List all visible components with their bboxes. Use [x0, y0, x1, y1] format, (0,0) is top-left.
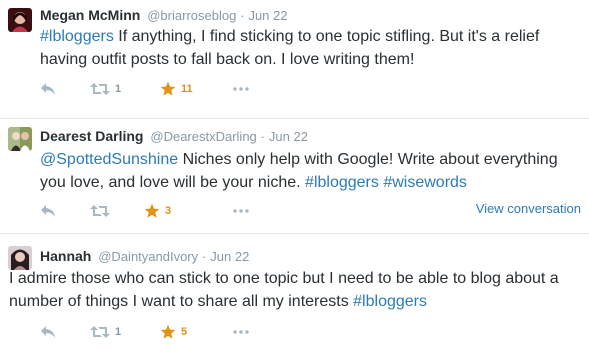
- author-handle[interactable]: @briarroseblog: [147, 8, 236, 23]
- timestamp[interactable]: Jun 22: [269, 129, 308, 144]
- hashtag-link[interactable]: #wisewords: [383, 174, 467, 191]
- more-icon: [233, 209, 249, 213]
- hashtag-link[interactable]: #lbloggers: [305, 174, 379, 191]
- author-handle[interactable]: @DearestxDarling: [150, 129, 256, 144]
- separator: ·: [240, 8, 245, 23]
- star-icon: [160, 324, 176, 339]
- tweet[interactable]: Dearest Darling @DearestxDarling · Jun 2…: [0, 119, 589, 233]
- retweet-icon: [90, 83, 110, 95]
- separator: ·: [202, 249, 207, 264]
- retweet-count: 1: [115, 83, 122, 95]
- author-name[interactable]: Megan McMinn: [40, 7, 140, 23]
- favorite-count: 5: [181, 326, 188, 338]
- retweet-icon: [90, 326, 110, 338]
- view-conversation-link[interactable]: View conversation: [476, 201, 581, 216]
- hashtag-link[interactable]: #lbloggers: [353, 293, 427, 310]
- retweet-button[interactable]: 1: [90, 322, 121, 342]
- more-button[interactable]: [233, 201, 249, 221]
- reply-button[interactable]: [40, 79, 56, 99]
- tweet-text: @SpottedSunshine Niches only help with G…: [40, 148, 585, 194]
- retweet-button[interactable]: 1: [90, 79, 121, 99]
- author-handle[interactable]: @DaintyandIvory: [98, 249, 198, 264]
- more-icon: [233, 87, 249, 91]
- retweet-icon: [90, 205, 110, 217]
- timestamp[interactable]: Jun 22: [248, 8, 287, 23]
- reply-button[interactable]: [40, 322, 56, 342]
- more-button[interactable]: [233, 79, 249, 99]
- reply-icon: [41, 205, 55, 217]
- favorite-button[interactable]: 5: [160, 322, 187, 342]
- author-name[interactable]: Hannah: [40, 248, 91, 264]
- reply-button[interactable]: [40, 201, 56, 221]
- star-icon: [144, 203, 160, 218]
- tweet-actions: 1 11: [40, 79, 340, 99]
- timestamp[interactable]: Jun 22: [210, 249, 249, 264]
- tweet[interactable]: Megan McMinn @briarroseblog · Jun 22 #lb…: [0, 0, 589, 118]
- tweet-text: I admire those who can stick to one topi…: [9, 267, 587, 313]
- reply-icon: [41, 326, 55, 338]
- tweet-text: #lbloggers If anything, I find sticking …: [40, 25, 585, 71]
- retweet-button[interactable]: [90, 201, 115, 221]
- tweet[interactable]: Hannah @DaintyandIvory · Jun 22 I admire…: [0, 234, 589, 354]
- separator: ·: [260, 129, 266, 144]
- author-name[interactable]: Dearest Darling: [40, 128, 143, 144]
- tweet-actions: 3: [40, 201, 340, 221]
- more-button[interactable]: [233, 322, 249, 342]
- hashtag-link[interactable]: #lbloggers: [40, 28, 114, 45]
- avatar[interactable]: [8, 127, 32, 151]
- more-icon: [233, 330, 249, 334]
- tweet-actions: 1 5: [40, 322, 340, 342]
- tweet-text-body: If anything, I find sticking to one topi…: [40, 28, 540, 68]
- retweet-count: 1: [115, 326, 122, 338]
- favorite-count: 11: [181, 83, 193, 95]
- star-icon: [160, 81, 176, 96]
- mention-link[interactable]: @SpottedSunshine: [40, 151, 178, 168]
- favorite-button[interactable]: 11: [160, 79, 193, 99]
- reply-icon: [41, 83, 55, 95]
- tweet-text-body: I admire those who can stick to one topi…: [9, 270, 559, 310]
- avatar[interactable]: [8, 8, 32, 32]
- favorite-button[interactable]: 3: [144, 201, 171, 221]
- favorite-count: 3: [165, 205, 172, 217]
